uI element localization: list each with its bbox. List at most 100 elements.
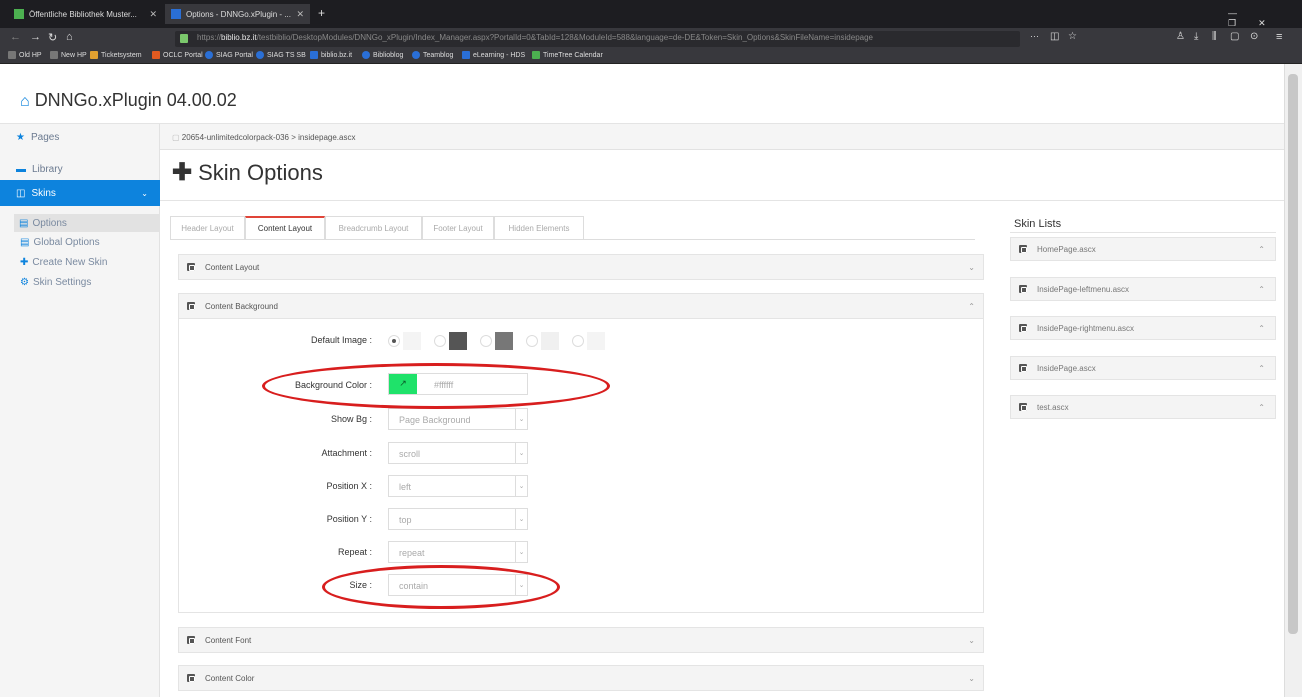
radio-button[interactable]: [526, 335, 538, 347]
panel-content-font[interactable]: Content Font ⌄: [178, 627, 984, 653]
tab-content-layout[interactable]: Content Layout: [245, 216, 325, 240]
bookmark-label: SIAG Portal: [216, 51, 253, 59]
new-tab-button[interactable]: +: [318, 6, 325, 20]
skin-name: InsidePage-rightmenu.ascx: [1037, 323, 1134, 333]
breadcrumb: ▢ 20654-unlimitedcolorpack-036 > insidep…: [160, 124, 1284, 150]
folder-icon: [50, 51, 58, 59]
image-swatch[interactable]: [541, 332, 559, 350]
globe-icon: [362, 51, 370, 59]
site-favicon-icon: [171, 9, 181, 19]
skin-list-item[interactable]: test.ascx ⌃: [1010, 395, 1276, 419]
page-actions-icon[interactable]: ···: [1030, 31, 1039, 41]
bookmark-label: Ticketsystem: [101, 51, 142, 59]
sidebar-item-pages[interactable]: ★ Pages: [0, 124, 160, 150]
radio-button[interactable]: [388, 335, 400, 347]
image-swatch[interactable]: [587, 332, 605, 350]
tab-footer-layout[interactable]: Footer Layout: [422, 216, 494, 240]
bookmark-item[interactable]: SIAG TS SB: [256, 51, 306, 59]
sidebar-subitem-create-new-skin[interactable]: ✚ Create New Skin: [20, 257, 107, 268]
bookmark-item[interactable]: SIAG Portal: [205, 51, 253, 59]
browser-tab-1[interactable]: Öffentliche Bibliothek Muster... ✕: [8, 4, 163, 24]
bookmark-item[interactable]: eLearning - HDS: [462, 51, 525, 59]
image-icon: ▬: [16, 163, 26, 175]
position-x-label: Position X :: [326, 481, 372, 491]
skin-list-item[interactable]: InsidePage-rightmenu.ascx ⌃: [1010, 316, 1276, 340]
panel-content-layout[interactable]: Content Layout ⌄: [178, 254, 984, 280]
bookmark-item[interactable]: Ticketsystem: [90, 51, 142, 59]
extension-icon[interactable]: ⊙: [1250, 31, 1258, 42]
attachment-select[interactable]: scroll ⌄: [388, 442, 528, 464]
bookmark-item[interactable]: TimeTree Calendar: [532, 51, 603, 59]
pocket-icon[interactable]: ◫: [1050, 31, 1059, 42]
chevron-down-icon: ⌄: [968, 673, 975, 683]
maximize-icon[interactable]: ❐: [1228, 18, 1258, 28]
back-icon[interactable]: ←: [10, 31, 21, 43]
tab-header-layout[interactable]: Header Layout: [170, 216, 245, 240]
bookmark-item[interactable]: biblio.bz.it: [310, 51, 352, 59]
bookmark-item[interactable]: Old HP: [8, 51, 42, 59]
bookmark-star-icon[interactable]: ☆: [1068, 31, 1077, 42]
image-swatch[interactable]: [449, 332, 467, 350]
edit-icon: [187, 674, 195, 682]
bookmark-label: OCLC Portal: [163, 51, 203, 59]
forward-icon[interactable]: →: [30, 31, 41, 43]
account-icon[interactable]: ♙: [1176, 31, 1185, 42]
panel-title: Content Font: [205, 635, 252, 645]
image-swatch[interactable]: [495, 332, 513, 350]
show-bg-select[interactable]: Page Background ⌄: [388, 408, 528, 430]
tab-breadcrumb-layout[interactable]: Breadcrumb Layout: [325, 216, 422, 240]
highlight-ellipse: [322, 565, 560, 609]
downloads-icon[interactable]: ⤓: [1194, 31, 1198, 42]
panel-title: Content Color: [205, 673, 255, 683]
position-y-select[interactable]: top ⌄: [388, 508, 528, 530]
skin-list-item[interactable]: InsidePage-leftmenu.ascx ⌃: [1010, 277, 1276, 301]
sidebar-toggle-icon[interactable]: ▢: [1230, 31, 1239, 42]
scrollbar-thumb[interactable]: [1288, 74, 1298, 634]
close-window-icon[interactable]: ✕: [1258, 18, 1288, 28]
position-x-select[interactable]: left ⌄: [388, 475, 528, 497]
sidebar-subitem-global-options[interactable]: ▤ Global Options: [20, 237, 100, 248]
skin-name: HomePage.ascx: [1037, 244, 1096, 254]
bookmark-item[interactable]: Teamblog: [412, 51, 453, 59]
bookmark-item[interactable]: OCLC Portal: [152, 51, 203, 59]
close-tab-icon[interactable]: ✕: [296, 9, 304, 20]
chevron-down-icon: ⌄: [515, 476, 527, 496]
sidebar-item-skins[interactable]: ◫ Skins ⌄: [0, 180, 160, 206]
bookmark-item[interactable]: Biblioblog: [362, 51, 403, 59]
radio-button[interactable]: [480, 335, 492, 347]
skin-list-item[interactable]: HomePage.ascx ⌃: [1010, 237, 1276, 261]
radio-button[interactable]: [434, 335, 446, 347]
bookmark-label: TimeTree Calendar: [543, 51, 603, 59]
tab-label: Footer Layout: [433, 223, 483, 233]
panel-content-color[interactable]: Content Color ⌄: [178, 665, 984, 691]
minimize-icon[interactable]: —: [1228, 8, 1259, 18]
repeat-select[interactable]: repeat ⌄: [388, 541, 528, 563]
skin-lists-title: Skin Lists: [1014, 218, 1062, 230]
bookmark-item[interactable]: New HP: [50, 51, 87, 59]
sidebar-subitem-options[interactable]: ▤ Options: [14, 214, 160, 232]
sidebar-subitem-label: Create New Skin: [32, 257, 108, 268]
home-icon[interactable]: ⌂: [66, 31, 73, 43]
library-icon[interactable]: ⫼: [1212, 31, 1217, 42]
image-swatch[interactable]: [403, 332, 421, 350]
app-title[interactable]: ⌂ DNNGo.xPlugin 04.00.02: [20, 90, 237, 111]
lock-icon[interactable]: [180, 34, 188, 43]
sidebar-subitem-skin-settings[interactable]: ⚙ Skin Settings: [20, 277, 91, 288]
reload-icon[interactable]: ↻: [48, 31, 57, 44]
skin-name: InsidePage-leftmenu.ascx: [1037, 284, 1130, 294]
window-controls[interactable]: —❐✕: [1228, 8, 1302, 29]
radio-button[interactable]: [572, 335, 584, 347]
bookmark-label: Biblioblog: [373, 51, 404, 59]
browser-tab-2[interactable]: Options - DNNGo.xPlugin - ... ✕: [165, 4, 310, 24]
global-options-icon: ▤: [20, 237, 30, 248]
menu-icon[interactable]: ≡: [1276, 31, 1282, 43]
tab-hidden-elements[interactable]: Hidden Elements: [494, 216, 584, 240]
url-bar[interactable]: https://biblio.bz.it/testbiblio/DesktopM…: [175, 31, 1020, 47]
plus-icon: ✚: [20, 257, 29, 268]
edit-icon: [187, 636, 195, 644]
sidebar-item-library[interactable]: ▬ Library: [0, 156, 160, 182]
close-tab-icon[interactable]: ✕: [149, 9, 157, 20]
skin-name: InsidePage.ascx: [1037, 363, 1096, 373]
panel-content-background[interactable]: Content Background ⌃: [178, 293, 984, 319]
skin-list-item[interactable]: InsidePage.ascx ⌃: [1010, 356, 1276, 380]
